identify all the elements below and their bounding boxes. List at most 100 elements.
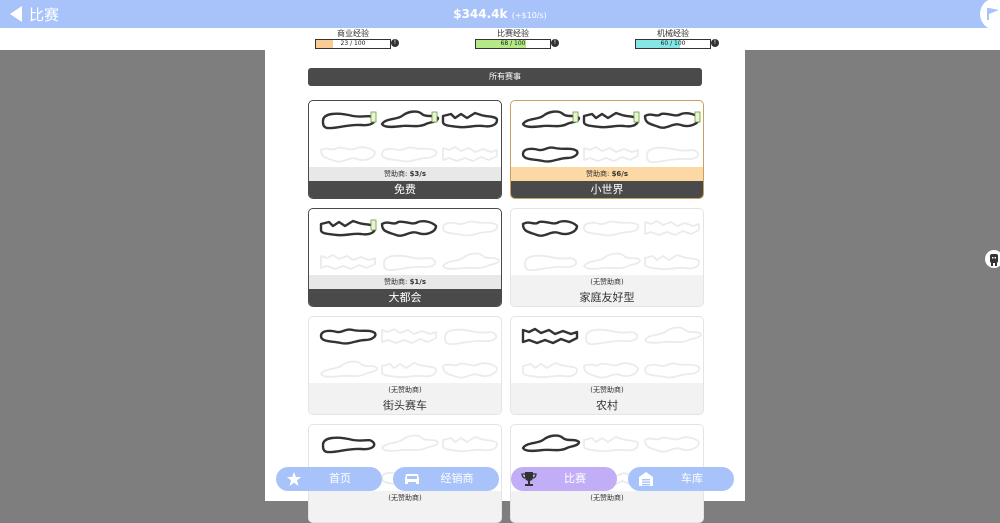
track-unlocked bbox=[319, 328, 377, 345]
track-locked bbox=[381, 362, 437, 379]
series-name: 农村 bbox=[511, 397, 703, 414]
experience-track: 68 / 100! bbox=[475, 39, 559, 49]
track-locked bbox=[644, 362, 701, 379]
series-card[interactable]: (无赞助商) 街头赛车 bbox=[308, 316, 502, 415]
track-locked bbox=[442, 252, 500, 270]
track-unlocked bbox=[521, 327, 579, 345]
sponsor-info: (无赞助商) bbox=[309, 383, 501, 397]
top-bar: 比赛 $344.4k (+$10/s) bbox=[0, 0, 1000, 30]
experience-meter: 比赛经验 68 / 100! bbox=[475, 29, 559, 49]
track-locked bbox=[442, 436, 498, 453]
side-character-icon[interactable] bbox=[985, 250, 1000, 268]
track-unlocked bbox=[582, 111, 640, 129]
track-locked bbox=[442, 146, 498, 162]
garage-icon bbox=[638, 471, 654, 496]
sponsor-info: 赞助商: $6/s bbox=[511, 167, 703, 181]
flag-button[interactable] bbox=[980, 0, 1000, 30]
nav-button[interactable]: 车库 bbox=[628, 467, 734, 491]
experience-meter: 机械经验 60 / 100! bbox=[635, 29, 719, 49]
track-grid bbox=[521, 220, 700, 272]
track-unlocked bbox=[521, 146, 579, 163]
section-header-all-events: 所有赛事 bbox=[308, 68, 702, 86]
track-grid bbox=[319, 219, 500, 272]
sponsor-info: 赞助商: $1/s bbox=[309, 275, 501, 289]
track-locked bbox=[381, 328, 437, 344]
trophy-icon bbox=[521, 471, 537, 496]
track-locked bbox=[524, 254, 578, 272]
track-unlocked bbox=[319, 219, 377, 237]
star-icon bbox=[286, 471, 302, 496]
series-name: 街头赛车 bbox=[309, 397, 501, 414]
series-card[interactable]: (无赞助商) 家庭友好型 bbox=[510, 208, 704, 307]
track-locked bbox=[381, 146, 438, 163]
track-badge-icon bbox=[633, 111, 640, 123]
track-unlocked bbox=[643, 111, 701, 129]
money-display: $344.4k (+$10/s) bbox=[0, 7, 1000, 21]
experience-value: 68 / 100 bbox=[500, 40, 526, 47]
track-badge-icon bbox=[370, 219, 377, 231]
experience-meter: 商业经验 23 / 100! bbox=[315, 29, 399, 49]
series-name: 大都会 bbox=[309, 289, 501, 306]
track-locked bbox=[381, 434, 439, 452]
series-name bbox=[309, 505, 501, 522]
nav-button[interactable]: 经销商 bbox=[393, 467, 499, 491]
sponsor-label: (无赞助商) bbox=[590, 278, 624, 286]
info-icon[interactable]: ! bbox=[391, 39, 399, 47]
track-unlocked bbox=[380, 220, 438, 237]
series-card[interactable]: (无赞助商) 农村 bbox=[510, 316, 704, 415]
track-locked bbox=[583, 146, 639, 162]
track-badge-icon bbox=[694, 111, 701, 123]
sponsor-label: (无赞助商) bbox=[388, 386, 422, 394]
experience-bar: 商业经验 23 / 100! 比赛经验 68 / 100! 机械经验 60 / 100! bbox=[0, 28, 1000, 50]
sponsor-label: 赞助商: bbox=[383, 278, 408, 286]
track-locked bbox=[644, 326, 702, 344]
sponsor-info: (无赞助商) bbox=[511, 383, 703, 397]
track-unlocked bbox=[321, 436, 376, 454]
experience-label: 商业经验 bbox=[337, 29, 369, 38]
money-rate: (+$10/s) bbox=[511, 11, 547, 20]
track-locked bbox=[442, 362, 498, 379]
info-icon[interactable]: ! bbox=[711, 39, 719, 47]
track-unlocked bbox=[521, 220, 579, 237]
sponsor-value: $6/s bbox=[611, 170, 629, 178]
sponsor-info: 赞助商: $3/s bbox=[309, 167, 501, 181]
track-locked bbox=[583, 436, 639, 453]
series-name: 小世界 bbox=[511, 181, 703, 198]
nav-button[interactable]: 首页 bbox=[276, 467, 382, 491]
nav-label: 首页 bbox=[329, 472, 351, 485]
experience-label: 机械经验 bbox=[657, 29, 689, 38]
sponsor-label: 赞助商: bbox=[383, 170, 408, 178]
sponsor-label: (无赞助商) bbox=[590, 386, 624, 394]
track-locked bbox=[320, 146, 376, 163]
series-name: 免费 bbox=[309, 181, 501, 198]
track-locked bbox=[442, 220, 499, 237]
series-card[interactable]: 赞助商: $6/s 小世界 bbox=[510, 100, 704, 199]
track-badge-icon bbox=[572, 111, 579, 123]
flag-icon bbox=[987, 8, 999, 20]
track-grid bbox=[521, 326, 702, 379]
track-grid bbox=[521, 110, 701, 164]
track-badge-icon bbox=[370, 111, 377, 123]
experience-value: 60 / 100 bbox=[660, 40, 686, 47]
sponsor-info: (无赞助商) bbox=[511, 275, 703, 289]
series-card[interactable]: 赞助商: $3/s 免费 bbox=[308, 100, 502, 199]
sponsor-value: $3/s bbox=[409, 170, 427, 178]
track-locked bbox=[320, 254, 376, 270]
series-card[interactable]: 赞助商: $1/s 大都会 bbox=[308, 208, 502, 307]
track-locked bbox=[522, 362, 578, 379]
track-unlocked bbox=[521, 434, 581, 453]
track-grid bbox=[319, 328, 498, 379]
track-locked bbox=[320, 360, 378, 378]
track-locked bbox=[644, 220, 700, 236]
nav-button[interactable]: 比赛 bbox=[511, 467, 617, 491]
track-locked bbox=[583, 362, 639, 379]
track-badge-icon bbox=[431, 111, 438, 123]
track-locked bbox=[444, 328, 498, 346]
experience-track: 23 / 100! bbox=[315, 39, 399, 49]
nav-label: 车库 bbox=[681, 472, 703, 485]
track-unlocked bbox=[521, 110, 581, 129]
track-locked bbox=[646, 146, 700, 164]
info-icon[interactable]: ! bbox=[551, 39, 559, 47]
experience-value: 23 / 100 bbox=[340, 40, 366, 47]
series-name bbox=[511, 505, 703, 522]
